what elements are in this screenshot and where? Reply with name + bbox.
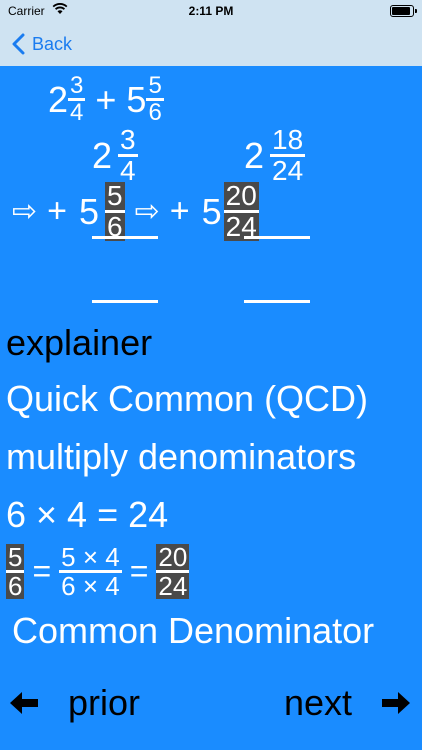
problem-b-fraction: 5 6: [146, 72, 164, 126]
problem-b-numerator: 5: [146, 72, 164, 101]
top-left-mixed-number: 2 3 4: [92, 126, 138, 185]
problem-a-whole: 2: [48, 78, 69, 120]
back-button[interactable]: Back: [10, 30, 72, 58]
problem-a-numerator: 3: [68, 72, 86, 101]
multiplied-fraction: 5 × 4 6 × 4: [59, 544, 122, 599]
prior-label: prior: [68, 682, 141, 723]
addition-row: ⇨ + 5 5 6 ⇨ + 5 20 24: [12, 182, 259, 241]
bottom-left-whole: 5: [79, 190, 100, 232]
top-right-denominator: 24: [272, 155, 304, 186]
multiplied-numerator: 5 × 4: [59, 542, 122, 573]
equivalent-fraction-equation: 5 6 = 5 × 4 6 × 4 = 20 24: [6, 542, 190, 601]
top-right-fraction: 18 24: [270, 124, 306, 186]
back-label: Back: [32, 33, 73, 54]
top-left-whole: 2: [92, 134, 113, 176]
prior-button[interactable]: prior: [8, 682, 140, 724]
arrow-left-icon: [10, 692, 38, 714]
answer-blank-right: [244, 300, 310, 303]
top-right-whole: 2: [244, 134, 265, 176]
bottom-left-numerator: 5: [105, 180, 125, 213]
plus-sign: +: [169, 192, 190, 230]
answer-blank-left: [92, 300, 158, 303]
original-fraction: 5 6: [6, 542, 25, 601]
bottom-left-fraction-highlight: 5 6: [105, 182, 125, 241]
worked-solution: 2 3 4 2 18 24 ⇨ + 5 5 6 ⇨ + 5 20 24: [0, 126, 422, 326]
problem-a-fraction: 3 4: [68, 72, 86, 126]
battery-icon: [390, 5, 417, 17]
lesson-content: 2 3 4 + 5 5 6 2 3 4 2 18 24 ⇨ + 5 5 6 ⇨ …: [0, 66, 422, 750]
chevron-left-icon: [12, 33, 25, 55]
navigation-bar: Back: [0, 22, 422, 66]
next-button[interactable]: next: [284, 682, 412, 724]
equals-sign: =: [32, 553, 52, 589]
multiplied-denominator: 6 × 4: [61, 571, 120, 601]
top-right-mixed-number: 2 18 24: [244, 124, 306, 186]
result-fraction: 20 24: [156, 542, 190, 601]
right-arrow-icon: ⇨: [134, 195, 160, 228]
problem-operator: +: [95, 78, 117, 120]
bottom-right-whole: 5: [201, 190, 222, 232]
problem-a-denominator: 4: [70, 99, 84, 126]
common-denominator-label: Common Denominator: [12, 610, 375, 651]
result-denominator: 24: [158, 571, 188, 601]
explainer-line-2: multiply denominators: [6, 436, 357, 477]
status-bar: Carrier 2:11 PM: [0, 0, 422, 22]
bottom-navigation: prior next: [0, 680, 422, 730]
problem-b-denominator: 6: [148, 99, 162, 126]
plus-sign: +: [47, 192, 67, 230]
sum-line-right: [244, 236, 310, 239]
explainer-line-1: Quick Common (QCD): [6, 378, 369, 419]
right-arrow-icon: ⇨: [12, 195, 38, 228]
bottom-right-fraction-highlight: 20 24: [223, 180, 259, 241]
top-right-numerator: 18: [270, 124, 306, 157]
clock: 2:11 PM: [188, 4, 234, 18]
top-left-numerator: 3: [118, 124, 138, 157]
problem-b-whole: 5: [126, 78, 147, 120]
next-label: next: [283, 682, 352, 723]
explainer-title: explainer: [6, 322, 153, 363]
equals-sign: =: [129, 553, 149, 589]
explainer-line-3: 6 × 4 = 24: [6, 494, 169, 535]
sum-line-left: [92, 236, 158, 239]
arrow-right-icon: [382, 692, 410, 714]
original-numerator: 5: [6, 542, 25, 573]
problem-expression: 2 3 4 + 5 5 6: [48, 74, 164, 125]
top-left-fraction: 3 4: [118, 126, 138, 185]
bottom-right-numerator: 20: [223, 180, 259, 213]
original-denominator: 6: [8, 571, 23, 601]
result-numerator: 20: [156, 542, 190, 573]
